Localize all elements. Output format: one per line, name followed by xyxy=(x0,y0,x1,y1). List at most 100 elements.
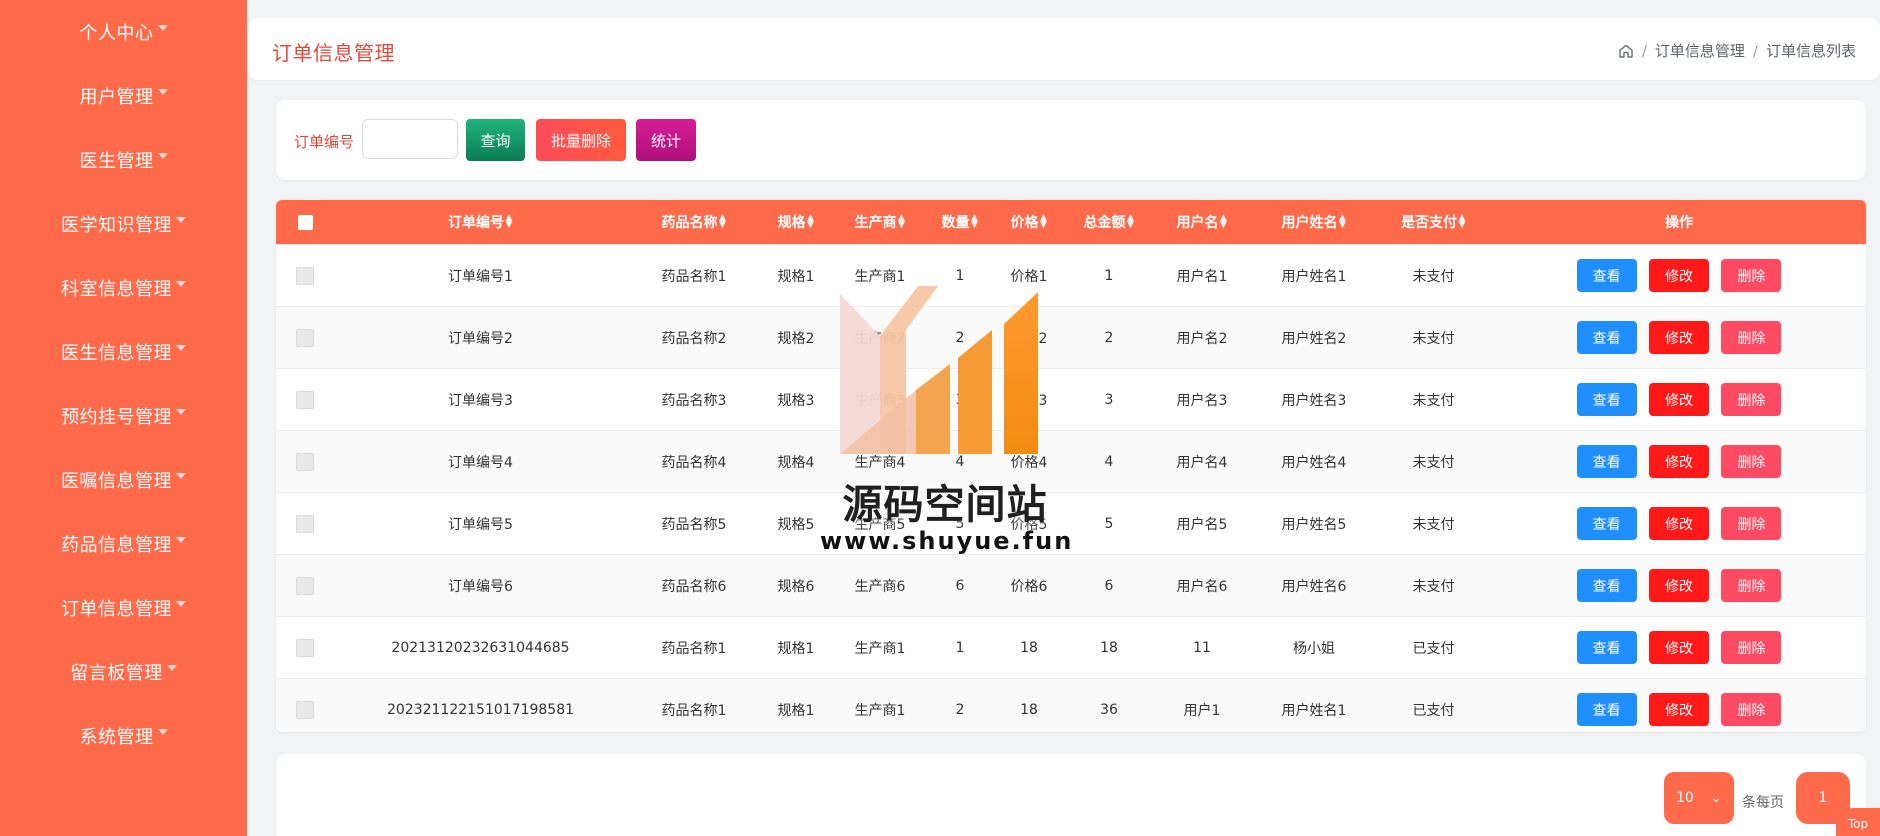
delete-button[interactable]: 删除 xyxy=(1721,383,1782,416)
edit-button[interactable]: 修改 xyxy=(1649,383,1709,416)
sidebar-item-system-management[interactable]: 系统管理 xyxy=(0,704,247,768)
checkbox-icon[interactable] xyxy=(296,452,314,471)
view-button[interactable]: 查看 xyxy=(1576,383,1637,416)
sort-icon[interactable]: ▲ ▼ xyxy=(971,214,979,230)
view-button[interactable]: 查看 xyxy=(1576,693,1637,726)
edit-button[interactable]: 修改 xyxy=(1649,569,1709,602)
edit-button[interactable]: 修改 xyxy=(1649,693,1709,726)
delete-button[interactable]: 删除 xyxy=(1721,259,1782,292)
breadcrumb-item-order-management[interactable]: 订单信息管理 xyxy=(1655,40,1745,61)
header-manufacturer[interactable]: 生产商 ▲ ▼ xyxy=(831,200,929,245)
sort-icon[interactable]: ▲ ▼ xyxy=(1127,214,1135,230)
sidebar-item-order-info[interactable]: 订单信息管理 xyxy=(0,576,247,640)
view-button[interactable]: 查看 xyxy=(1576,321,1637,354)
batch-delete-button[interactable]: 批量删除 xyxy=(536,119,626,161)
chevron-down-icon xyxy=(157,153,168,159)
sidebar-item-doctor-info[interactable]: 医生信息管理 xyxy=(0,320,247,384)
delete-button[interactable]: 删除 xyxy=(1721,507,1782,540)
delete-button[interactable]: 删除 xyxy=(1721,693,1782,726)
view-button[interactable]: 查看 xyxy=(1576,569,1637,602)
header-actions: 操作 xyxy=(1492,200,1866,245)
table-row: 订单编号6 药品名称6 规格6 生产商6 6 价格6 6 用户名6 用户姓名6 … xyxy=(276,554,1866,617)
actions-cell: 查看 修改 删除 xyxy=(1492,368,1866,431)
sidebar-item-message-board[interactable]: 留言板管理 xyxy=(0,640,247,704)
checkbox-icon[interactable] xyxy=(296,266,314,285)
sort-icon[interactable]: ▲ ▼ xyxy=(1220,214,1228,230)
header-order-number[interactable]: 订单编号 ▲ ▼ xyxy=(334,200,627,245)
row-select-cell[interactable] xyxy=(276,430,334,493)
sidebar-item-doctor-management[interactable]: 医生管理 xyxy=(0,128,247,192)
sidebar-item-label: 医生管理 xyxy=(79,151,154,172)
edit-button[interactable]: 修改 xyxy=(1649,507,1709,540)
sort-icon[interactable]: ▲ ▼ xyxy=(1040,214,1048,230)
page-size-select[interactable]: 10 ⌄ xyxy=(1664,772,1734,824)
header-paid[interactable]: 是否支付 ▲ ▼ xyxy=(1375,200,1492,245)
view-button[interactable]: 查看 xyxy=(1576,507,1637,540)
row-select-cell[interactable] xyxy=(276,244,334,307)
order-table-card: 订单编号 ▲ ▼ 药品名称 ▲ ▼ 规格 ▲ ▼ 生产商 ▲ ▼ 数量 ▲ ▼ 价格 ▲ ▼ 总金额 ▲ ▼… xyxy=(276,200,1866,732)
username-cell: 用户名2 xyxy=(1151,306,1253,369)
delete-button[interactable]: 删除 xyxy=(1721,631,1782,664)
header-quantity[interactable]: 数量 ▲ ▼ xyxy=(929,200,991,245)
row-select-cell[interactable] xyxy=(276,678,334,732)
paid-status-cell: 已支付 xyxy=(1375,616,1492,679)
edit-button[interactable]: 修改 xyxy=(1649,445,1709,478)
sidebar-item-user-management[interactable]: 用户管理 xyxy=(0,64,247,128)
spec-cell: 规格1 xyxy=(761,616,831,679)
delete-button[interactable]: 删除 xyxy=(1721,445,1782,478)
row-select-cell[interactable] xyxy=(276,306,334,369)
sort-icon[interactable]: ▲ ▼ xyxy=(1339,214,1347,230)
quantity-cell: 5 xyxy=(929,492,991,555)
header-username[interactable]: 用户名 ▲ ▼ xyxy=(1151,200,1253,245)
sidebar-item-personal-center[interactable]: 个人中心 xyxy=(0,0,247,64)
row-select-cell[interactable] xyxy=(276,616,334,679)
sidebar-item-medical-orders[interactable]: 医嘱信息管理 xyxy=(0,448,247,512)
header-real-name[interactable]: 用户姓名 ▲ ▼ xyxy=(1253,200,1375,245)
sidebar-item-appointment[interactable]: 预约挂号管理 xyxy=(0,384,247,448)
row-select-cell[interactable] xyxy=(276,492,334,555)
delete-button[interactable]: 删除 xyxy=(1721,569,1782,602)
home-icon[interactable] xyxy=(1618,43,1634,59)
checkbox-icon[interactable] xyxy=(296,328,314,347)
sidebar-item-drug-info[interactable]: 药品信息管理 xyxy=(0,512,247,576)
row-select-cell[interactable] xyxy=(276,368,334,431)
view-button[interactable]: 查看 xyxy=(1576,259,1637,292)
edit-button[interactable]: 修改 xyxy=(1649,321,1709,354)
checkbox-icon[interactable] xyxy=(297,214,313,230)
row-select-cell[interactable] xyxy=(276,554,334,617)
sidebar-item-department-info[interactable]: 科室信息管理 xyxy=(0,256,247,320)
order-number-input[interactable] xyxy=(362,119,458,159)
header-select-all[interactable] xyxy=(276,200,334,245)
header-total[interactable]: 总金额 ▲ ▼ xyxy=(1067,200,1151,245)
sort-icon[interactable]: ▲ ▼ xyxy=(898,214,906,230)
header-price[interactable]: 价格 ▲ ▼ xyxy=(991,200,1067,245)
checkbox-icon[interactable] xyxy=(296,638,314,657)
header-drug-name[interactable]: 药品名称 ▲ ▼ xyxy=(627,200,761,245)
checkbox-icon[interactable] xyxy=(296,514,314,533)
delete-button[interactable]: 删除 xyxy=(1721,321,1782,354)
checkbox-icon[interactable] xyxy=(296,390,314,409)
view-button[interactable]: 查看 xyxy=(1576,631,1637,664)
drug-name-cell: 药品名称6 xyxy=(627,554,761,617)
sidebar-item-medical-knowledge[interactable]: 医学知识管理 xyxy=(0,192,247,256)
chevron-down-icon xyxy=(176,345,186,351)
checkbox-icon[interactable] xyxy=(296,700,314,719)
sort-icon[interactable]: ▲ ▼ xyxy=(505,214,513,230)
header-drug-name-label: 药品名称 xyxy=(661,215,718,231)
header-real-name-label: 用户姓名 xyxy=(1281,215,1338,231)
view-button[interactable]: 查看 xyxy=(1576,445,1637,478)
edit-button[interactable]: 修改 xyxy=(1649,259,1709,292)
sort-icon[interactable]: ▲ ▼ xyxy=(807,214,815,230)
query-button[interactable]: 查询 xyxy=(466,119,525,161)
order-number-cell: 订单编号2 xyxy=(334,306,627,369)
statistics-button[interactable]: 统计 xyxy=(636,119,696,161)
checkbox-icon[interactable] xyxy=(296,576,314,595)
back-to-top-button[interactable]: Top xyxy=(1836,808,1880,836)
sort-icon[interactable]: ▲ ▼ xyxy=(1458,214,1466,230)
order-number-cell: 20213120232631044685 xyxy=(334,616,627,679)
edit-button[interactable]: 修改 xyxy=(1649,631,1709,664)
total-cell: 6 xyxy=(1067,554,1151,617)
header-spec[interactable]: 规格 ▲ ▼ xyxy=(761,200,831,245)
actions-cell: 查看 修改 删除 xyxy=(1492,306,1866,369)
sort-icon[interactable]: ▲ ▼ xyxy=(719,214,727,230)
